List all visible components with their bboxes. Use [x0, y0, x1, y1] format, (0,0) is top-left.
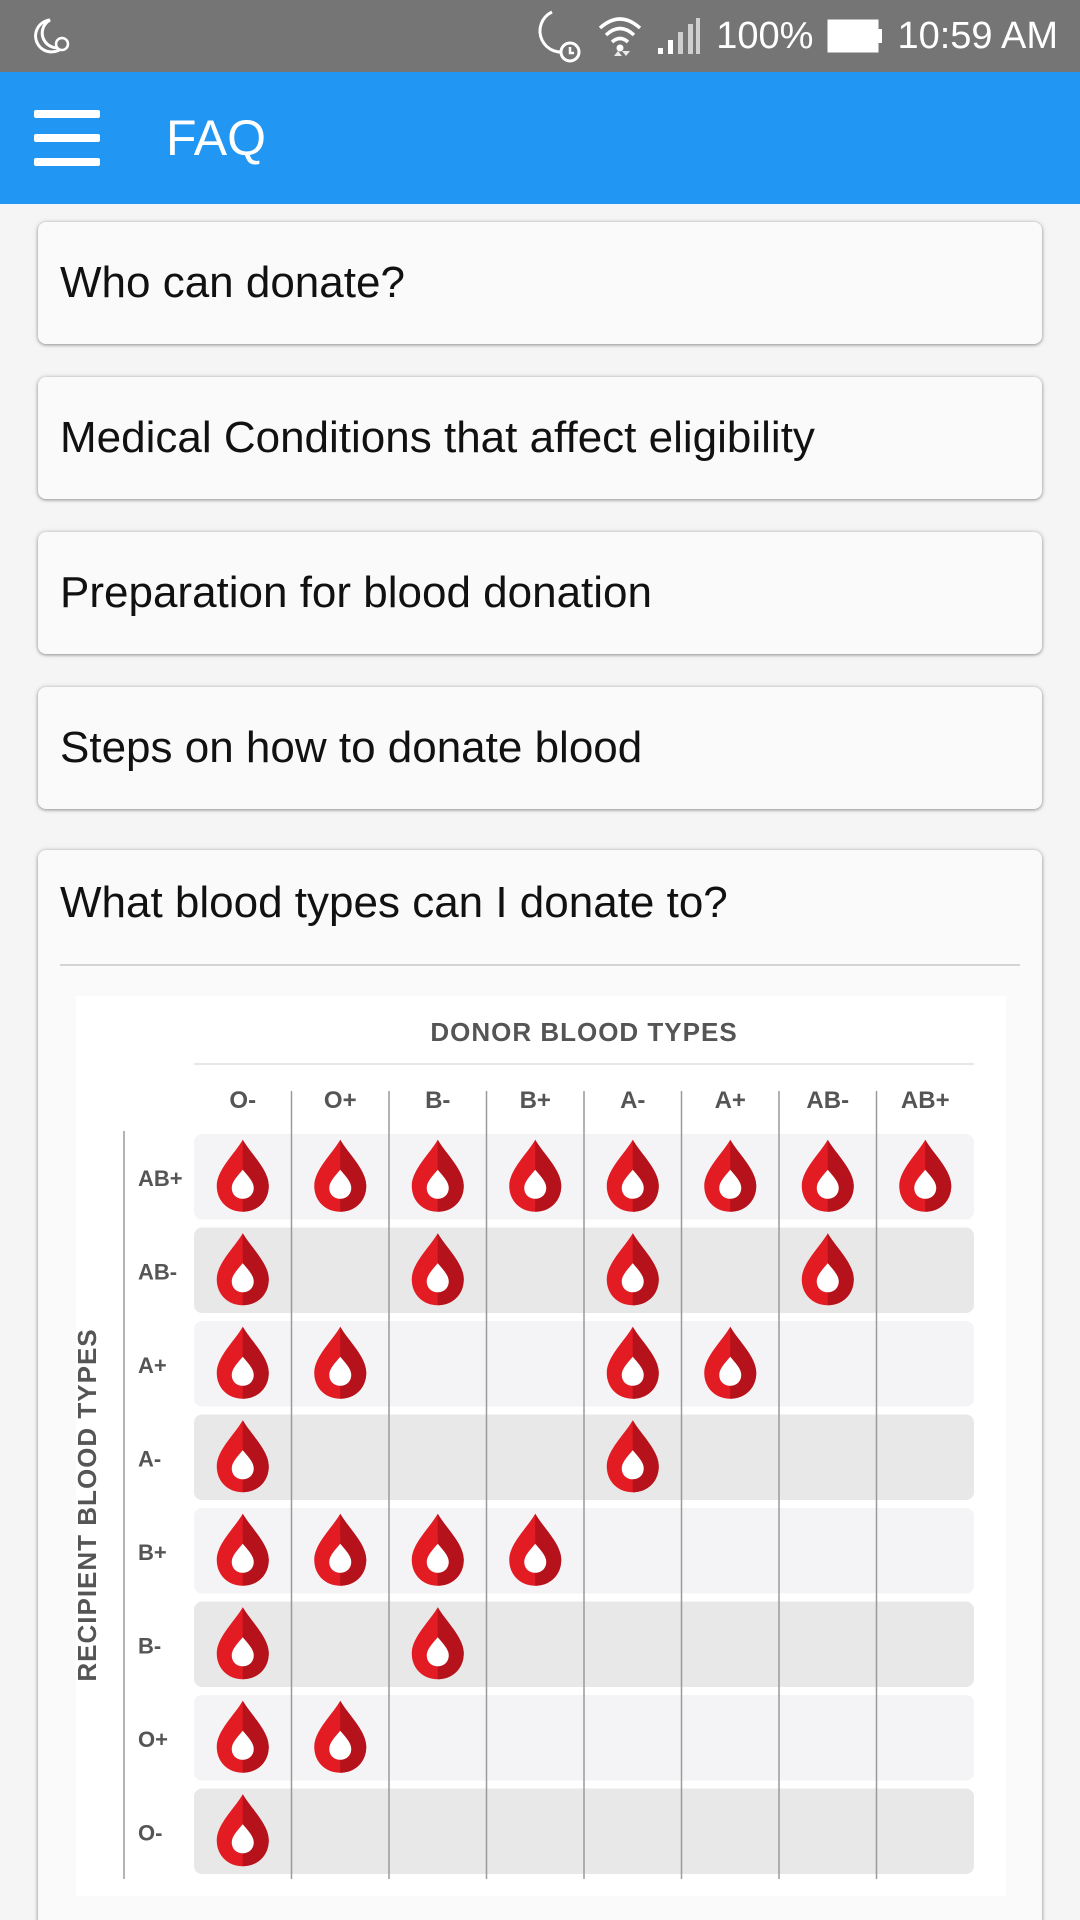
faq-item-medical-conditions[interactable]: Medical Conditions that affect eligibili… [38, 377, 1042, 499]
faq-item-preparation[interactable]: Preparation for blood donation [38, 532, 1042, 654]
page-title: FAQ [166, 110, 267, 166]
donor-type-label: O- [229, 1087, 256, 1114]
hamburger-menu-icon[interactable] [34, 110, 100, 166]
faq-item-who-can-donate[interactable]: Who can donate? [38, 222, 1042, 344]
faq-question: Steps on how to donate blood [60, 723, 643, 772]
donor-type-label: A- [620, 1087, 645, 1114]
recipient-type-label: AB- [138, 1259, 177, 1284]
app-bar: FAQ [0, 72, 1080, 204]
recipient-type-label: A+ [138, 1353, 167, 1378]
compatibility-chart-svg: DONOR BLOOD TYPES O- O+ B- B+ A- A+ AB- AB+ AB+ AB… [72, 1017, 974, 1879]
moon-alarm-icon [34, 16, 74, 61]
battery-percent: 100% [716, 14, 814, 57]
donor-type-label: B- [425, 1087, 450, 1114]
faq-question: Preparation for blood donation [60, 568, 652, 617]
donor-type-label: A+ [715, 1087, 746, 1114]
recipient-type-label: A- [138, 1446, 161, 1471]
chart-title: DONOR BLOOD TYPES [430, 1017, 737, 1047]
recipient-type-label: O- [138, 1820, 162, 1845]
faq-item-steps[interactable]: Steps on how to donate blood [38, 687, 1042, 809]
donor-type-label: AB- [806, 1087, 849, 1114]
clock: 10:59 AM [897, 14, 1058, 57]
recipient-type-label: B+ [138, 1540, 167, 1565]
signal-icon [656, 16, 702, 56]
faq-question: Medical Conditions that affect eligibili… [60, 413, 815, 462]
faq-question: What blood types can I donate to? [60, 878, 728, 927]
wifi-icon [598, 14, 642, 58]
donor-type-label: B+ [520, 1087, 551, 1114]
row-axis-label: RECIPIENT BLOOD TYPES [76, 1328, 102, 1681]
blood-type-compatibility-chart: DONOR BLOOD TYPES O- O+ B- B+ A- A+ AB- AB+ AB+ AB… [72, 996, 1006, 1896]
battery-icon [827, 19, 883, 53]
faq-question: Who can donate? [60, 258, 405, 307]
do-not-disturb-icon [532, 8, 584, 64]
donor-type-label: O+ [324, 1087, 357, 1114]
donor-type-label: AB+ [901, 1087, 950, 1114]
divider [60, 964, 1020, 966]
status-bar: 100% 10:59 AM [0, 0, 1080, 72]
recipient-type-label: B- [138, 1633, 161, 1658]
recipient-type-label: O+ [138, 1727, 168, 1752]
recipient-type-label: AB+ [138, 1166, 183, 1191]
faq-item-blood-types[interactable]: What blood types can I donate to? DONOR … [38, 850, 1042, 1920]
